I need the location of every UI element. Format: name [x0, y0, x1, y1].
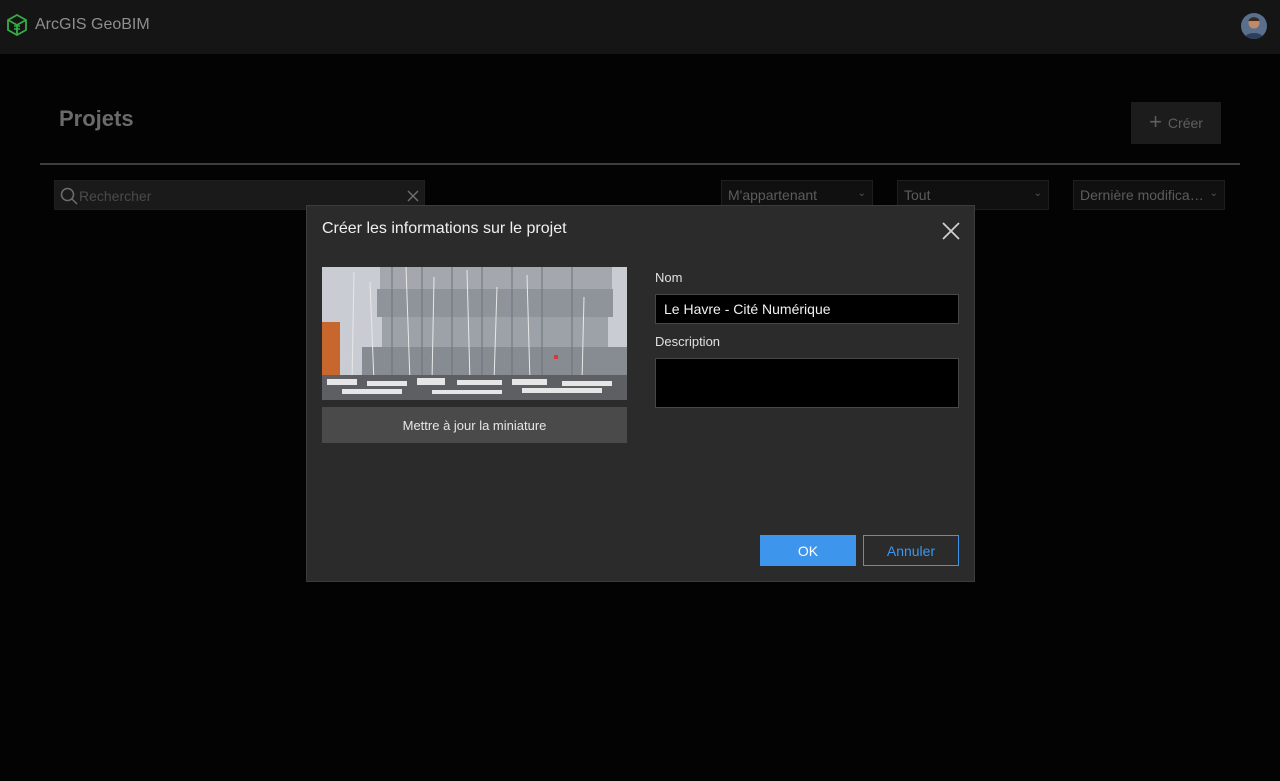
name-label: Nom	[655, 270, 683, 285]
update-thumbnail-button[interactable]: Mettre à jour la miniature	[322, 407, 627, 443]
search-icon	[60, 187, 78, 205]
clear-search-icon[interactable]	[405, 188, 421, 204]
create-button-label: Créer	[1167, 115, 1203, 131]
ownership-filter-value: M'appartenant	[728, 187, 818, 203]
close-icon[interactable]	[941, 221, 961, 241]
name-field[interactable]	[655, 294, 959, 324]
sort-select[interactable]: Dernière modifica… ⌄	[1073, 180, 1225, 210]
sort-value: Dernière modifica…	[1080, 187, 1204, 203]
cancel-button[interactable]: Annuler	[863, 535, 959, 566]
app-title: ArcGIS GeoBIM	[35, 16, 150, 33]
chevron-down-icon: ⌄	[1033, 188, 1042, 199]
chevron-down-icon: ⌄	[1209, 188, 1218, 199]
create-project-dialog: Créer les informations sur le projet Met…	[306, 205, 975, 582]
ok-button[interactable]: OK	[760, 535, 856, 566]
description-label: Description	[655, 334, 721, 349]
type-filter-value: Tout	[904, 187, 931, 203]
page-title: Projets	[59, 106, 134, 131]
top-bar: ArcGIS GeoBIM	[0, 0, 1280, 54]
geobim-logo-icon	[7, 14, 27, 36]
divider	[40, 163, 1240, 165]
dialog-title: Créer les informations sur le projet	[322, 220, 567, 237]
search-input[interactable]	[79, 185, 399, 207]
create-button[interactable]: + Créer	[1131, 102, 1221, 144]
plus-icon: +	[1149, 109, 1162, 134]
user-avatar[interactable]	[1241, 13, 1267, 39]
description-field[interactable]	[655, 358, 959, 408]
chevron-down-icon: ⌄	[857, 188, 866, 199]
project-thumbnail	[322, 267, 627, 400]
